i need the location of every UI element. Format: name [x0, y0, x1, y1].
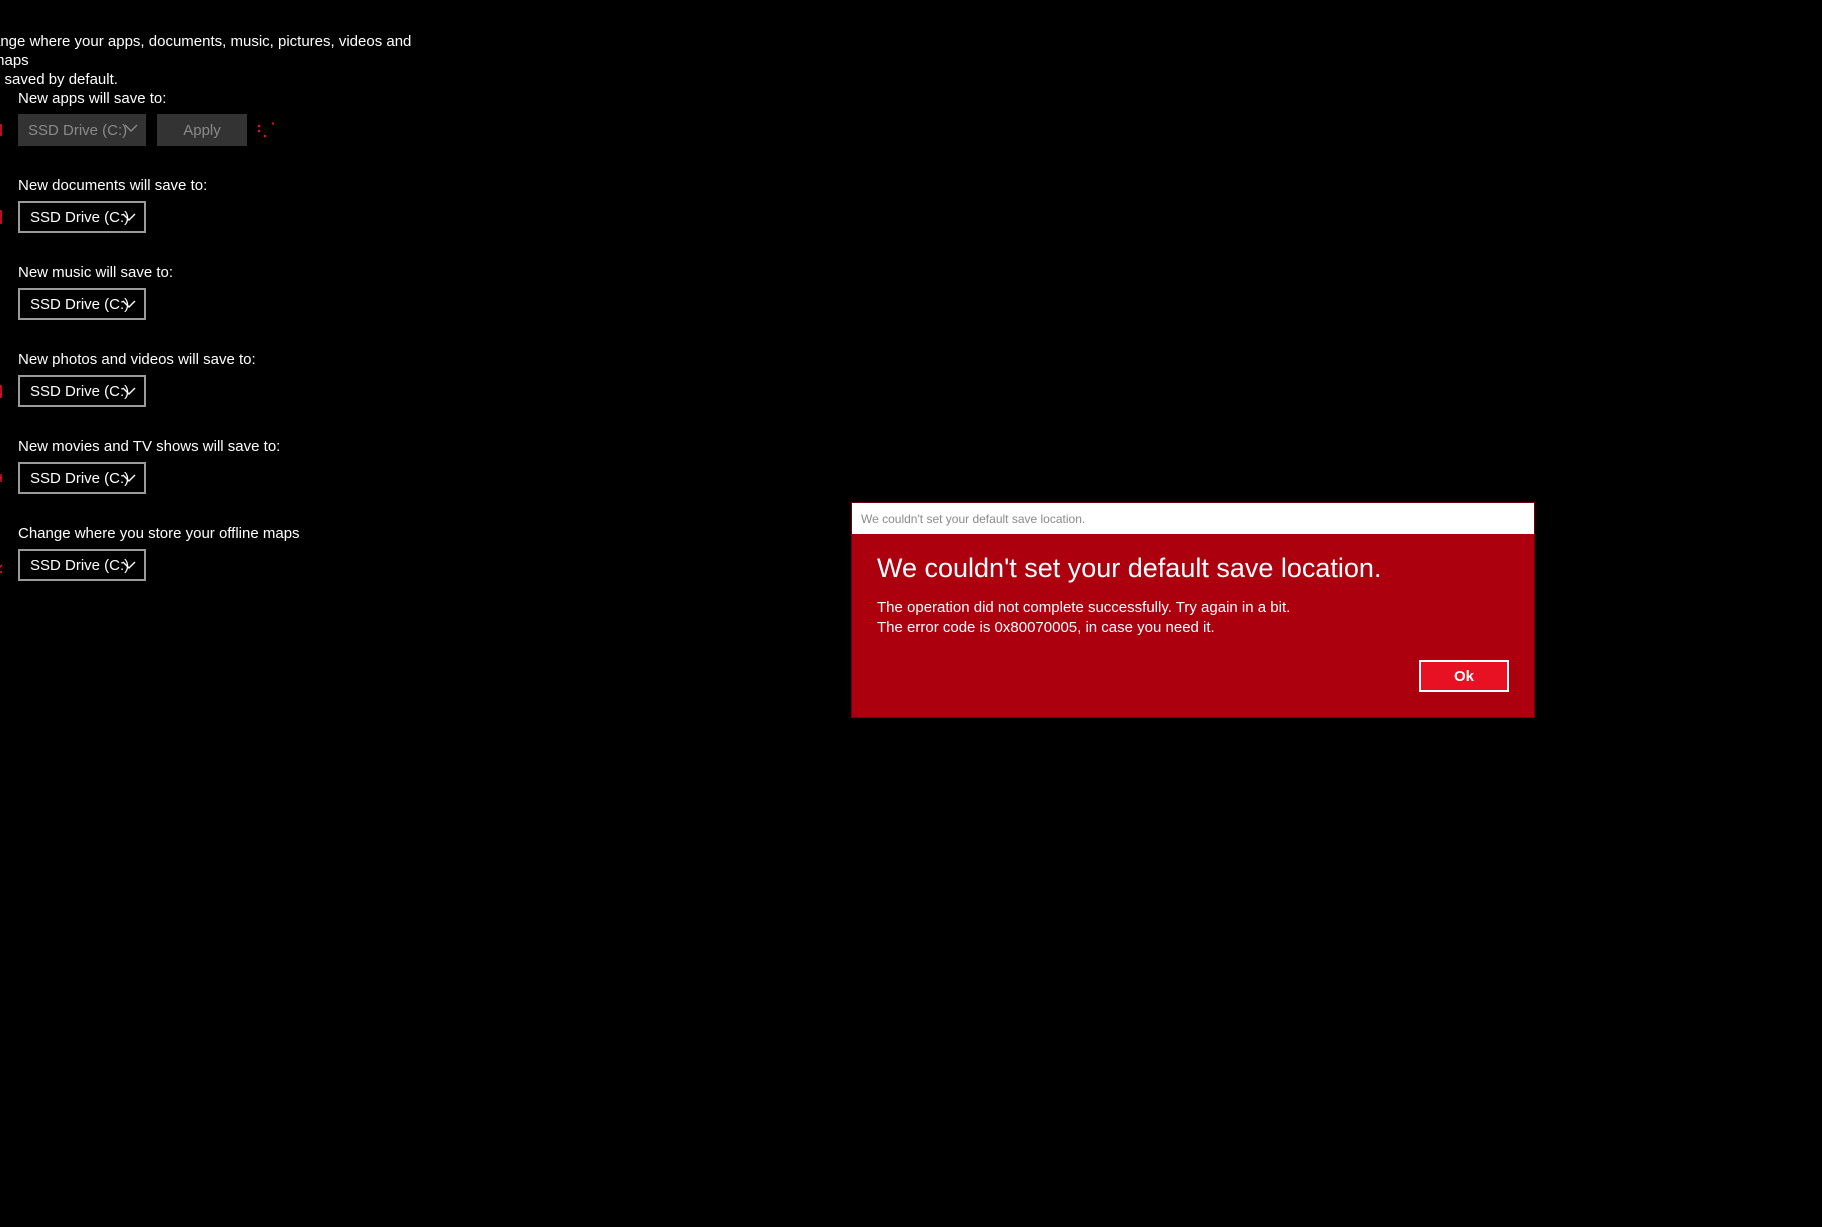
chevron-down-icon [124, 124, 138, 132]
documents-save-location-row: New documents will save to: SSD Drive (C… [0, 177, 460, 241]
photos-drive-value: SSD Drive (C:) [30, 382, 130, 400]
intro-text: ange where your apps, documents, music, … [0, 32, 432, 89]
apply-button[interactable]: Apply [157, 114, 247, 146]
documents-drive-value: SSD Drive (C:) [30, 208, 130, 226]
apps-save-location-row: New apps will save to: SSD Drive (C:) Ap… [0, 90, 460, 154]
photos-icon [0, 385, 2, 398]
maps-drive-dropdown[interactable]: SSD Drive (C:) [18, 549, 146, 581]
movies-save-label: New movies and TV shows will save to: [18, 438, 281, 455]
ok-button[interactable]: Ok [1419, 660, 1509, 692]
chevron-down-icon [122, 300, 136, 308]
music-save-label: New music will save to: [18, 264, 174, 281]
movies-icon [0, 474, 3, 482]
loading-spinner-icon [257, 122, 275, 138]
chevron-down-icon [122, 387, 136, 395]
maps-drive-value: SSD Drive (C:) [30, 556, 130, 574]
documents-drive-dropdown[interactable]: SSD Drive (C:) [18, 201, 146, 233]
storage-settings-panel: ange where your apps, documents, music, … [0, 0, 460, 620]
intro-line-1: ange where your apps, documents, music, … [0, 33, 412, 69]
music-icon [0, 296, 8, 314]
dialog-heading: We couldn't set your default save locati… [877, 553, 1382, 583]
apps-icon [0, 124, 2, 136]
apps-drive-value: SSD Drive (C:) [28, 121, 128, 139]
chevron-down-icon [122, 474, 136, 482]
photos-save-label: New photos and videos will save to: [18, 351, 256, 368]
chevron-down-icon [122, 561, 136, 569]
apps-save-label: New apps will save to: [18, 90, 167, 107]
movies-drive-value: SSD Drive (C:) [30, 469, 130, 487]
movies-save-location-row: New movies and TV shows will save to: SS… [0, 438, 460, 502]
maps-download-icon [0, 564, 3, 573]
intro-line-2: e saved by default. [0, 71, 118, 88]
documents-icon [0, 210, 2, 224]
apps-drive-dropdown[interactable]: SSD Drive (C:) [18, 114, 146, 146]
chevron-down-icon [122, 213, 136, 221]
dialog-message-line-2: The error code is 0x80070005, in case yo… [877, 619, 1215, 636]
error-dialog: We couldn't set your default save locati… [852, 503, 1534, 717]
music-drive-value: SSD Drive (C:) [30, 295, 130, 313]
maps-save-location-row: Change where you store your offline maps… [0, 525, 460, 589]
documents-save-label: New documents will save to: [18, 177, 208, 194]
dialog-message-line-1: The operation did not complete successfu… [877, 599, 1291, 616]
photos-drive-dropdown[interactable]: SSD Drive (C:) [18, 375, 146, 407]
music-save-location-row: New music will save to: SSD Drive (C:) [0, 264, 460, 328]
dialog-titlebar: We couldn't set your default save locati… [852, 503, 1534, 534]
music-drive-dropdown[interactable]: SSD Drive (C:) [18, 288, 146, 320]
movies-drive-dropdown[interactable]: SSD Drive (C:) [18, 462, 146, 494]
photos-save-location-row: New photos and videos will save to: SSD … [0, 351, 460, 415]
maps-save-label: Change where you store your offline maps [18, 525, 300, 542]
